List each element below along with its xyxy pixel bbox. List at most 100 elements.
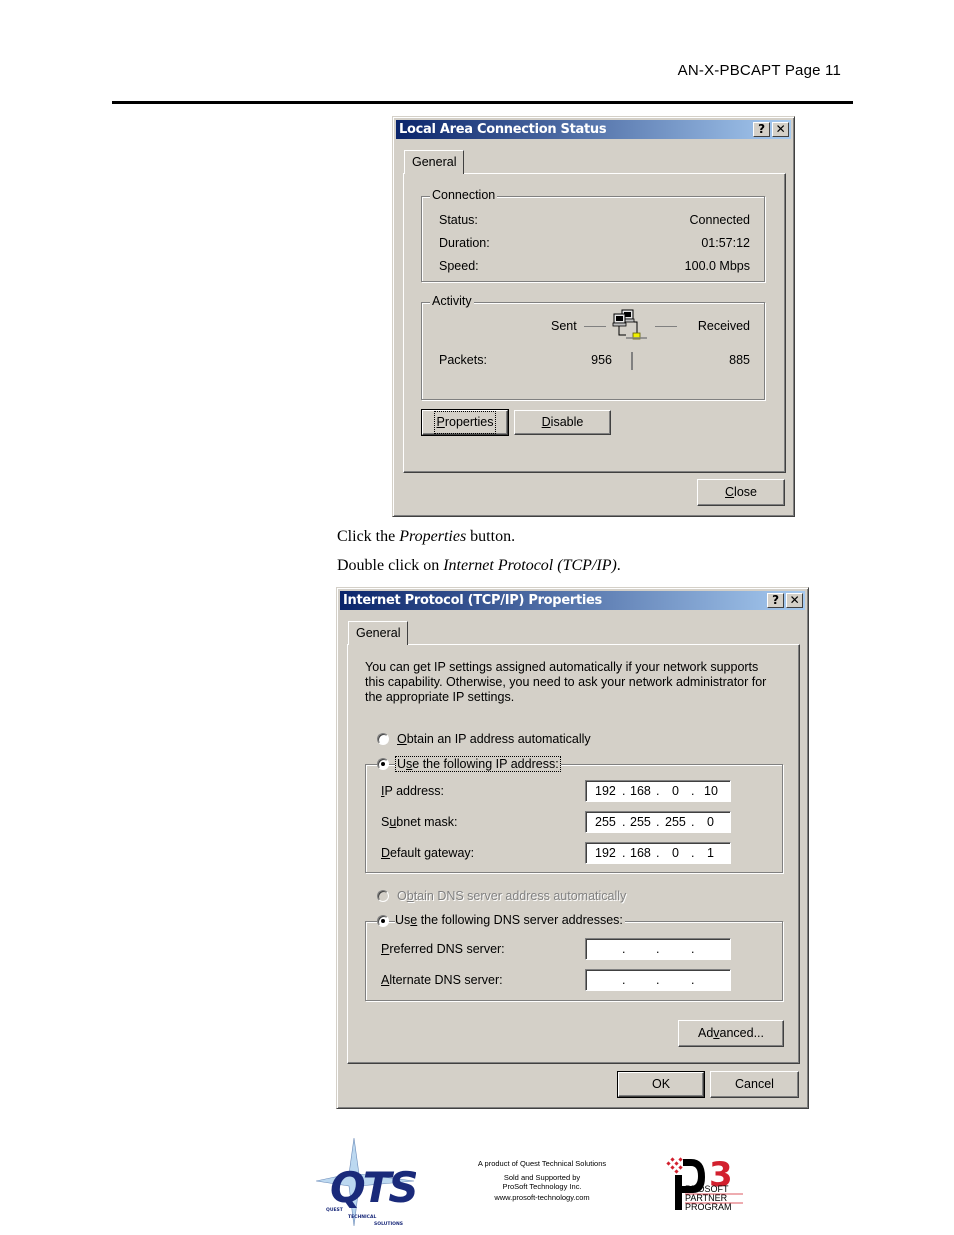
instruction-1-emphasis: Properties [399,528,467,545]
use-following-ip-radio[interactable] [377,758,389,770]
qts-logo: QTS QUEST TECHNICAL SOLUTIONS [316,1137,416,1227]
disable-accel: D [541,415,551,429]
footer-product-line: A product of Quest Technical Solutions [477,1159,607,1168]
speed-label: Speed: [439,259,479,273]
footer-company-line: ProSoft Technology Inc. [502,1182,582,1191]
intro-line: this capability. Otherwise, you need to … [365,675,767,689]
disable-label: isable [550,415,584,429]
disable-button[interactable]: Disable [514,410,611,435]
advanced-label: anced... [719,1026,765,1040]
properties-accel: P [436,415,445,429]
received-label: Received [697,319,750,333]
status-value: Connected [689,213,750,227]
intro-line: You can get IP settings assigned automat… [365,660,759,674]
qts-tagline-3: SOLUTIONS [374,1221,403,1227]
use-following-dns-radio[interactable] [377,915,389,927]
dns-server-group: Use the following DNS server addresses: … [365,913,783,1001]
activity-group: Activity Sent Received Packets: 956 885 [421,294,765,400]
qts-tagline-2: TECHNICAL [348,1214,376,1220]
instruction-2: Double click on Internet Protocol (TCP/I… [337,557,621,575]
network-computers-icon [612,309,647,340]
tab-panel: Connection Status: Connected Duration: 0… [403,173,786,473]
obtain-dns-auto-radio [377,890,389,902]
accel: O [397,732,407,746]
instruction-1-text: Click the [337,528,400,545]
status-dialog-titlebar[interactable]: Local Area Connection Status ? ✕ [396,120,791,139]
properties-button[interactable]: Properties [421,409,509,436]
use-following-ip-label[interactable]: Use the following IP address: [395,756,561,772]
connection-group-label: Connection [430,188,498,202]
advanced-pre: Ad [697,1026,714,1040]
help-icon: ? [772,593,779,607]
sent-line [584,326,606,327]
footer-sold-line: Sold and Supported by [503,1173,581,1182]
header-rule [112,101,853,104]
tab-panel: You can get IP settings assigned automat… [347,644,800,1064]
close-window-button[interactable]: ✕ [772,122,789,137]
tab-general-label: General [412,155,457,169]
connection-group: Connection Status: Connected Duration: 0… [421,188,765,282]
sent-label: Sent [551,319,577,333]
received-line [655,326,677,327]
close-label: lose [734,485,757,499]
status-dialog: Local Area Connection Status ? ✕ General… [392,116,795,517]
help-icon: ? [758,122,765,136]
tcpip-dialog-titlebar[interactable]: Internet Protocol (TCP/IP) Properties ? … [340,591,805,610]
obtain-ip-auto-label[interactable]: Obtain an IP address automatically [397,732,591,746]
properties-label: roperties [444,415,494,429]
instruction-2-end: . [616,557,621,574]
subnet-mask-input[interactable]: 255. 255. 255. 0 [585,811,731,833]
ok-button[interactable]: OK [617,1071,705,1098]
obtain-ip-auto-radio[interactable] [377,733,389,745]
ip-address-label: IP address: [381,784,445,798]
page-header: AN-X-PBCAPT Page 11 [677,62,841,79]
packets-label: Packets: [439,353,487,367]
close-icon: ✕ [789,593,800,607]
p3-partner-logo: 3 PROSOFT PARTNER PROGRAM [666,1155,743,1211]
instruction-1: Click the Properties button. [337,528,515,546]
help-button[interactable]: ? [753,122,770,137]
label-text: e the following IP address: [412,757,559,771]
subnet-mask-label: Subnet mask: [381,815,458,829]
status-dialog-title: Local Area Connection Status [399,122,607,137]
close-window-button[interactable]: ✕ [786,593,803,608]
help-button[interactable]: ? [767,593,784,608]
instruction-1-end: button. [466,528,516,545]
default-gateway-input[interactable]: 192. 168. 0. 1 [585,842,731,864]
cancel-label: Cancel [735,1077,774,1091]
footer-url[interactable]: www.prosoft-technology.com [462,1193,622,1202]
packets-divider [631,352,633,370]
packets-sent-value: 956 [591,353,612,367]
default-gateway-label: Default gateway: [381,846,475,860]
p3-line-3: PROGRAM [685,1202,732,1211]
close-accel: C [725,485,735,499]
preferred-dns-input[interactable]: ... [585,938,731,960]
advanced-button[interactable]: Advanced... [678,1020,784,1047]
tab-general[interactable]: General [404,150,465,174]
alternate-dns-input[interactable]: ... [585,969,731,991]
close-button[interactable]: Close [697,479,785,506]
ip-address-input[interactable]: 192. 168. 0. 10 [585,780,731,802]
duration-value: 01:57:12 [701,236,750,250]
instruction-2-emphasis: Internet Protocol (TCP/IP) [443,557,617,574]
pre: U [397,757,407,771]
tcpip-dialog-title: Internet Protocol (TCP/IP) Properties [343,593,602,608]
use-following-dns-label[interactable]: Use the following DNS server addresses: [395,913,625,927]
intro-text: You can get IP settings assigned automat… [365,660,766,705]
diamond-grid-icon [666,1157,683,1174]
label-text: btain an IP address automatically [406,732,591,746]
tcpip-dialog: Internet Protocol (TCP/IP) Properties ? … [336,587,809,1109]
qts-logo-letters: QTS [330,1163,416,1212]
close-icon: ✕ [775,122,786,136]
ip-address-group: Use the following IP address: IP address… [365,756,783,873]
instruction-2-text: Double click on [337,557,444,574]
duration-label: Duration: [439,236,490,250]
tab-general[interactable]: General [348,621,409,645]
qts-tagline-1: QUEST [326,1207,344,1213]
tab-general-label: General [356,626,401,640]
intro-line: the appropriate IP settings. [365,690,515,704]
ok-label: OK [651,1077,671,1091]
alternate-dns-label: Alternate DNS server: [381,973,503,987]
cancel-button[interactable]: Cancel [710,1071,799,1098]
packets-received-value: 885 [729,353,750,367]
